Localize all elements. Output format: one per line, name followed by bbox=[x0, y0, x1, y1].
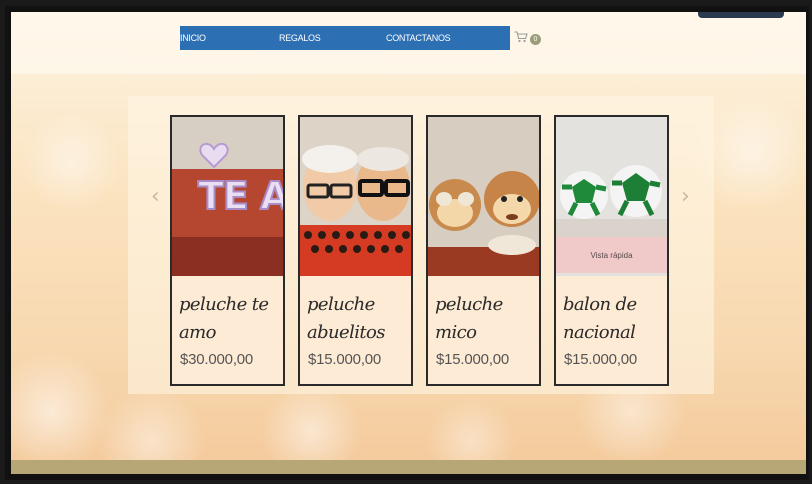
footer-strip bbox=[11, 460, 806, 474]
product-image bbox=[428, 117, 539, 276]
browser-frame: INICIO REGALOS CONTACTANOS 0 ‹ › TE pelu… bbox=[5, 6, 809, 480]
product-price: $15.000,00 bbox=[564, 351, 638, 368]
quick-view-button[interactable]: Vista rápida bbox=[556, 237, 667, 273]
nav-link-regalos[interactable]: REGALOS bbox=[279, 33, 321, 43]
product-name: peluche abuelitos bbox=[307, 294, 386, 343]
cart-icon bbox=[514, 30, 528, 48]
product-image: Vista rápida bbox=[556, 117, 667, 276]
cart-button[interactable]: 0 bbox=[514, 30, 541, 48]
product-image bbox=[300, 117, 411, 276]
chevron-left-icon[interactable]: ‹ bbox=[151, 184, 160, 209]
product-name: peluche mico bbox=[435, 294, 503, 343]
product-name: balon de nacional bbox=[563, 294, 637, 343]
product-card[interactable]: Vista rápida balon de nacional $15.000,0… bbox=[554, 115, 669, 386]
product-image: TE AMO bbox=[172, 117, 283, 276]
nav-link-inicio[interactable]: INICIO bbox=[180, 33, 206, 43]
nav-link-contactanos[interactable]: CONTACTANOS bbox=[386, 33, 451, 43]
product-card[interactable]: peluche abuelitos $15.000,00 bbox=[298, 115, 413, 386]
corner-tab bbox=[698, 12, 784, 18]
header-bar: INICIO REGALOS CONTACTANOS 0 bbox=[11, 12, 806, 74]
product-name: peluche te amo bbox=[179, 294, 269, 343]
product-card[interactable]: TE AMO peluche te amo $30.000,00 bbox=[170, 115, 285, 386]
main-nav: INICIO REGALOS CONTACTANOS bbox=[180, 26, 510, 50]
product-price: $30.000,00 bbox=[180, 351, 254, 368]
product-price: $15.000,00 bbox=[436, 351, 510, 368]
chevron-right-icon[interactable]: › bbox=[681, 184, 690, 209]
cart-count-badge: 0 bbox=[530, 33, 541, 45]
image-text-te: TE AMO bbox=[198, 174, 283, 218]
product-price: $15.000,00 bbox=[308, 351, 382, 368]
product-card[interactable]: peluche mico $15.000,00 bbox=[426, 115, 541, 386]
page-background: INICIO REGALOS CONTACTANOS 0 ‹ › TE pelu… bbox=[11, 12, 806, 474]
